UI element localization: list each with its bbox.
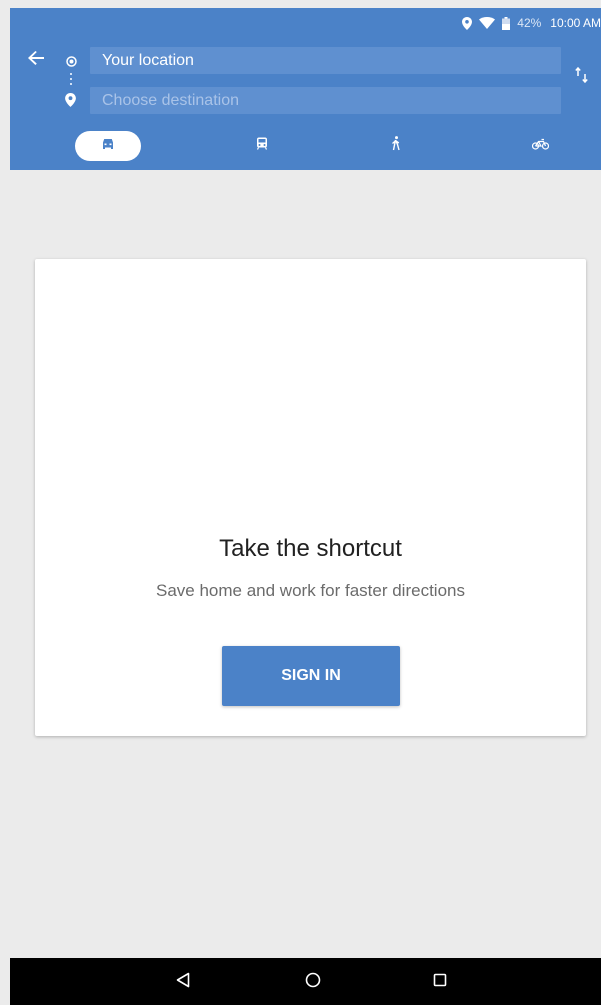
- destination-field[interactable]: [90, 87, 561, 114]
- tab-transit[interactable]: [247, 131, 277, 161]
- travel-mode-tabs: [10, 126, 601, 162]
- home-circle-icon: [305, 972, 321, 993]
- card-title: Take the shortcut: [219, 535, 402, 562]
- recents-square-icon: [433, 973, 447, 992]
- bike-icon: [531, 137, 549, 155]
- nav-recents-button[interactable]: [427, 969, 453, 995]
- wifi-icon: [479, 17, 496, 29]
- status-bar: 42% 10:00 AM: [10, 8, 601, 38]
- frame-left: [0, 0, 10, 1005]
- nav-home-button[interactable]: [300, 969, 326, 995]
- train-icon: [256, 137, 268, 155]
- origin-input[interactable]: [90, 47, 561, 74]
- battery-icon: [502, 16, 511, 30]
- arrow-left-icon: [28, 50, 44, 70]
- tab-drive[interactable]: [75, 131, 141, 161]
- walk-icon: [391, 136, 401, 156]
- location-pin-icon: [462, 16, 473, 30]
- origin-field[interactable]: [90, 47, 561, 74]
- sign-in-button[interactable]: SIGN IN: [222, 646, 400, 706]
- origin-dot-icon: [66, 54, 77, 72]
- destination-input[interactable]: [90, 87, 561, 114]
- destination-pin-icon: [65, 93, 76, 112]
- frame-top: [0, 0, 601, 8]
- tab-walk[interactable]: [381, 131, 411, 161]
- nav-back-button[interactable]: [170, 969, 196, 995]
- card-subtitle: Save home and work for faster directions: [156, 581, 465, 600]
- tab-bike[interactable]: [525, 131, 555, 161]
- swap-vertical-icon: [575, 66, 589, 87]
- status-time: 10:00 AM: [550, 16, 601, 30]
- back-button[interactable]: [22, 46, 50, 74]
- system-nav-bar: [10, 958, 601, 1005]
- battery-percent: 42%: [517, 16, 542, 30]
- back-triangle-icon: [176, 972, 190, 993]
- sign-in-card: Take the shortcut Save home and work for…: [35, 259, 586, 736]
- car-icon: [101, 137, 115, 155]
- route-connector-dots: [70, 73, 72, 88]
- swap-button[interactable]: [575, 66, 597, 89]
